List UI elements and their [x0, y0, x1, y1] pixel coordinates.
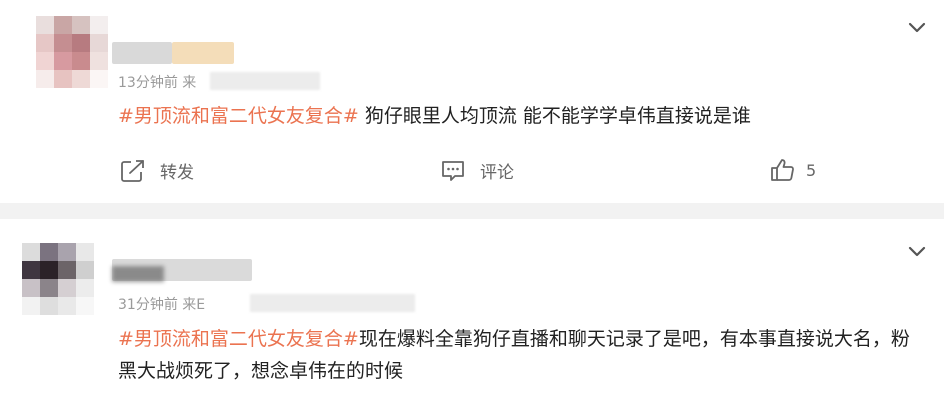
chevron-down-icon[interactable]: [906, 240, 928, 262]
post-card: 31分钟前 来E #男顶流和富二代女友复合#现在爆料全靠狗仔直播和聊天记录了是吧…: [0, 0, 944, 406]
post-content: #男顶流和富二代女友复合#现在爆料全靠狗仔直播和聊天记录了是吧，有本事直接说大名…: [118, 323, 928, 387]
source-blurred: [250, 294, 415, 312]
avatar[interactable]: [22, 243, 94, 315]
weibo-feed: 13分钟前 来 #男顶流和富二代女友复合# 狗仔眼里人均顶流 能不能学学卓伟直接…: [0, 0, 944, 406]
username-text-blurred: [112, 266, 164, 282]
hashtag-link[interactable]: #男顶流和富二代女友复合#: [118, 328, 359, 350]
post-time: 31分钟前 来E: [118, 297, 206, 313]
post-source: 来E: [182, 297, 206, 313]
